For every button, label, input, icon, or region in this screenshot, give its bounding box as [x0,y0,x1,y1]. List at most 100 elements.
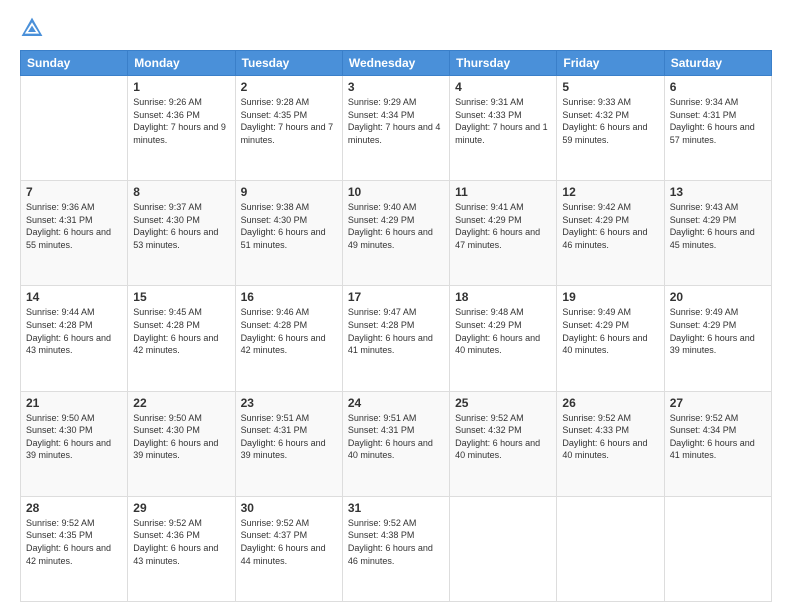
cell-info: Sunrise: 9:47 AMSunset: 4:28 PMDaylight:… [348,306,444,356]
cell-info: Sunrise: 9:42 AMSunset: 4:29 PMDaylight:… [562,201,658,251]
calendar-cell: 23 Sunrise: 9:51 AMSunset: 4:31 PMDayligh… [235,391,342,496]
calendar-cell: 31 Sunrise: 9:52 AMSunset: 4:38 PMDayligh… [342,496,449,601]
calendar-cell: 8 Sunrise: 9:37 AMSunset: 4:30 PMDaylight… [128,181,235,286]
calendar-cell: 14Sunrise: 9:44 AMSunset: 4:28 PMDayligh… [21,286,128,391]
cell-info: Sunrise: 9:52 AMSunset: 4:35 PMDaylight:… [26,517,122,567]
cell-date: 16 [241,290,337,304]
cell-info: Sunrise: 9:49 AMSunset: 4:29 PMDaylight:… [562,306,658,356]
calendar-cell: 3 Sunrise: 9:29 AMSunset: 4:34 PMDaylight… [342,76,449,181]
cell-date: 27 [670,396,766,410]
cell-info: Sunrise: 9:26 AMSunset: 4:36 PMDaylight:… [133,96,229,146]
cell-info: Sunrise: 9:52 AMSunset: 4:33 PMDaylight:… [562,412,658,462]
cell-info: Sunrise: 9:29 AMSunset: 4:34 PMDaylight:… [348,96,444,146]
week-row-3: 14Sunrise: 9:44 AMSunset: 4:28 PMDayligh… [21,286,772,391]
calendar-cell: 29 Sunrise: 9:52 AMSunset: 4:36 PMDayligh… [128,496,235,601]
logo [20,16,48,40]
week-row-4: 21Sunrise: 9:50 AMSunset: 4:30 PMDayligh… [21,391,772,496]
cell-date: 24 [348,396,444,410]
calendar-cell: 1 Sunrise: 9:26 AMSunset: 4:36 PMDaylight… [128,76,235,181]
calendar-cell: 20 Sunrise: 9:49 AMSunset: 4:29 PMDayligh… [664,286,771,391]
page: SundayMondayTuesdayWednesdayThursdayFrid… [0,0,792,612]
weekday-thursday: Thursday [450,51,557,76]
cell-info: Sunrise: 9:31 AMSunset: 4:33 PMDaylight:… [455,96,551,146]
weekday-tuesday: Tuesday [235,51,342,76]
cell-date: 23 [241,396,337,410]
logo-icon [20,16,44,40]
cell-info: Sunrise: 9:52 AMSunset: 4:38 PMDaylight:… [348,517,444,567]
calendar-cell [664,496,771,601]
calendar-cell: 5 Sunrise: 9:33 AMSunset: 4:32 PMDaylight… [557,76,664,181]
cell-date: 12 [562,185,658,199]
week-row-1: 1 Sunrise: 9:26 AMSunset: 4:36 PMDaylight… [21,76,772,181]
cell-info: Sunrise: 9:52 AMSunset: 4:37 PMDaylight:… [241,517,337,567]
cell-date: 31 [348,501,444,515]
calendar-cell: 26 Sunrise: 9:52 AMSunset: 4:33 PMDayligh… [557,391,664,496]
calendar-cell: 10Sunrise: 9:40 AMSunset: 4:29 PMDayligh… [342,181,449,286]
weekday-saturday: Saturday [664,51,771,76]
calendar-cell: 12 Sunrise: 9:42 AMSunset: 4:29 PMDayligh… [557,181,664,286]
calendar-cell: 28 Sunrise: 9:52 AMSunset: 4:35 PMDayligh… [21,496,128,601]
cell-date: 28 [26,501,122,515]
calendar-cell: 27 Sunrise: 9:52 AMSunset: 4:34 PMDayligh… [664,391,771,496]
cell-info: Sunrise: 9:40 AMSunset: 4:29 PMDaylight:… [348,201,444,251]
calendar-cell: 18 Sunrise: 9:48 AMSunset: 4:29 PMDayligh… [450,286,557,391]
cell-date: 1 [133,80,229,94]
cell-info: Sunrise: 9:41 AMSunset: 4:29 PMDaylight:… [455,201,551,251]
calendar-cell: 30 Sunrise: 9:52 AMSunset: 4:37 PMDayligh… [235,496,342,601]
cell-info: Sunrise: 9:50 AMSunset: 4:30 PMDaylight:… [26,412,122,462]
cell-info: Sunrise: 9:34 AMSunset: 4:31 PMDaylight:… [670,96,766,146]
calendar-cell: 13 Sunrise: 9:43 AMSunset: 4:29 PMDayligh… [664,181,771,286]
cell-date: 13 [670,185,766,199]
cell-info: Sunrise: 9:46 AMSunset: 4:28 PMDaylight:… [241,306,337,356]
cell-date: 29 [133,501,229,515]
calendar-cell: 25Sunrise: 9:52 AMSunset: 4:32 PMDayligh… [450,391,557,496]
cell-date: 7 [26,185,122,199]
calendar-cell: 22 Sunrise: 9:50 AMSunset: 4:30 PMDayligh… [128,391,235,496]
calendar-cell [450,496,557,601]
calendar-cell: 16 Sunrise: 9:46 AMSunset: 4:28 PMDayligh… [235,286,342,391]
cell-info: Sunrise: 9:36 AMSunset: 4:31 PMDaylight:… [26,201,122,251]
cell-info: Sunrise: 9:52 AMSunset: 4:36 PMDaylight:… [133,517,229,567]
weekday-sunday: Sunday [21,51,128,76]
calendar-table: SundayMondayTuesdayWednesdayThursdayFrid… [20,50,772,602]
cell-info: Sunrise: 9:44 AMSunset: 4:28 PMDaylight:… [26,306,122,356]
cell-date: 5 [562,80,658,94]
cell-date: 15 [133,290,229,304]
calendar-cell: 19 Sunrise: 9:49 AMSunset: 4:29 PMDayligh… [557,286,664,391]
cell-date: 6 [670,80,766,94]
calendar-cell: 9Sunrise: 9:38 AMSunset: 4:30 PMDaylight… [235,181,342,286]
weekday-wednesday: Wednesday [342,51,449,76]
weekday-header-row: SundayMondayTuesdayWednesdayThursdayFrid… [21,51,772,76]
cell-date: 30 [241,501,337,515]
header [20,16,772,40]
calendar-cell: 24 Sunrise: 9:51 AMSunset: 4:31 PMDayligh… [342,391,449,496]
cell-info: Sunrise: 9:49 AMSunset: 4:29 PMDaylight:… [670,306,766,356]
cell-date: 8 [133,185,229,199]
calendar-cell: 6 Sunrise: 9:34 AMSunset: 4:31 PMDaylight… [664,76,771,181]
cell-date: 4 [455,80,551,94]
cell-date: 18 [455,290,551,304]
cell-date: 26 [562,396,658,410]
calendar-cell [557,496,664,601]
calendar-cell: 4 Sunrise: 9:31 AMSunset: 4:33 PMDaylight… [450,76,557,181]
cell-info: Sunrise: 9:52 AMSunset: 4:34 PMDaylight:… [670,412,766,462]
cell-date: 20 [670,290,766,304]
cell-date: 3 [348,80,444,94]
cell-info: Sunrise: 9:50 AMSunset: 4:30 PMDaylight:… [133,412,229,462]
cell-info: Sunrise: 9:33 AMSunset: 4:32 PMDaylight:… [562,96,658,146]
cell-info: Sunrise: 9:48 AMSunset: 4:29 PMDaylight:… [455,306,551,356]
cell-info: Sunrise: 9:28 AMSunset: 4:35 PMDaylight:… [241,96,337,146]
cell-date: 2 [241,80,337,94]
weekday-friday: Friday [557,51,664,76]
cell-info: Sunrise: 9:43 AMSunset: 4:29 PMDaylight:… [670,201,766,251]
cell-date: 19 [562,290,658,304]
cell-info: Sunrise: 9:38 AMSunset: 4:30 PMDaylight:… [241,201,337,251]
calendar-cell [21,76,128,181]
calendar-cell: 21Sunrise: 9:50 AMSunset: 4:30 PMDayligh… [21,391,128,496]
cell-info: Sunrise: 9:51 AMSunset: 4:31 PMDaylight:… [348,412,444,462]
cell-date: 17 [348,290,444,304]
cell-date: 22 [133,396,229,410]
cell-info: Sunrise: 9:51 AMSunset: 4:31 PMDaylight:… [241,412,337,462]
cell-info: Sunrise: 9:37 AMSunset: 4:30 PMDaylight:… [133,201,229,251]
cell-date: 25 [455,396,551,410]
